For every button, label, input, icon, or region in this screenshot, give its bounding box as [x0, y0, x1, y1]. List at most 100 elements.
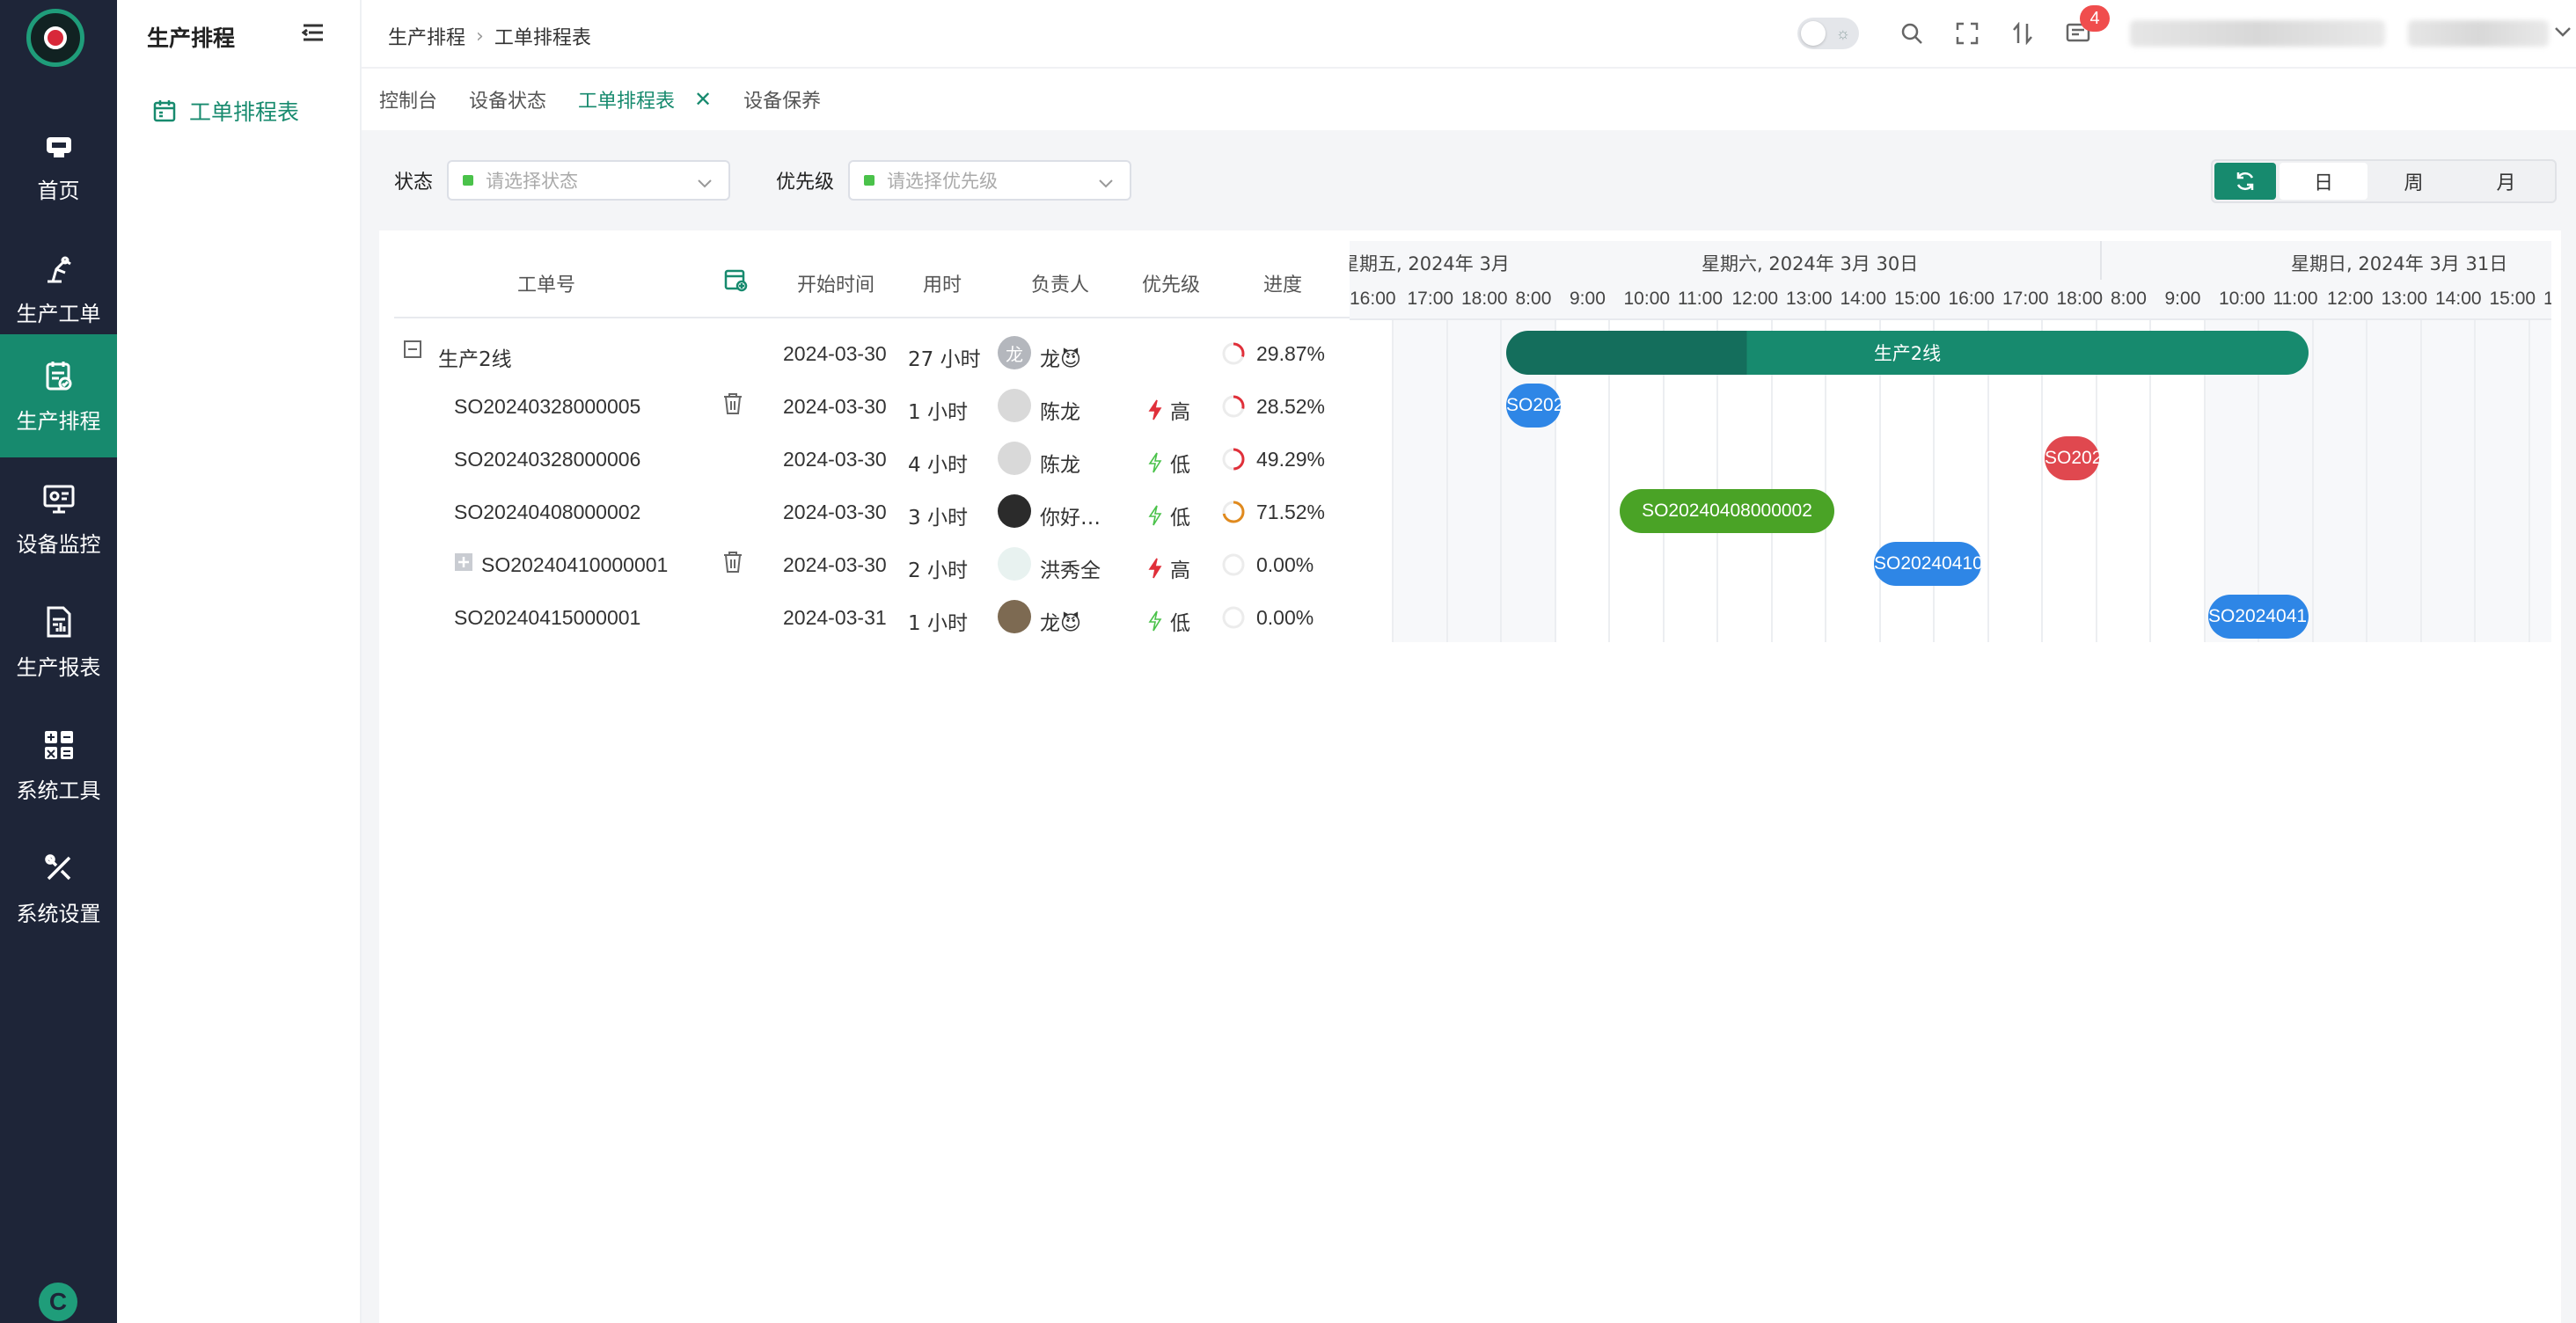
gantt-task-bar[interactable]: SO20240408000002	[1620, 489, 1834, 533]
schedule-icon	[41, 358, 77, 393]
table-header: 工单号 开始时间 用时 负责人 优先级 进度	[394, 246, 1353, 318]
duration: 2 小时	[908, 559, 968, 582]
group-name: 生产2线	[438, 348, 512, 371]
rail-item-home[interactable]: 首页	[0, 104, 117, 227]
gantt-column	[2474, 320, 2528, 642]
gantt-bar-label: 生产2线	[1873, 343, 1942, 364]
progress-value: 28.52%	[1256, 395, 1326, 418]
view-week-button[interactable]: 周	[2367, 163, 2460, 200]
table-row[interactable]: SO20240328000006 2024-03-30 4 小时 陈龙 低 49.29%	[394, 433, 1353, 486]
chevron-down-icon	[1098, 172, 1114, 194]
owner-avatar	[998, 600, 1031, 633]
status-select[interactable]: 请选择状态	[447, 160, 731, 201]
priority-select[interactable]: 请选择优先级	[848, 160, 1132, 201]
refresh-button[interactable]	[2214, 163, 2276, 200]
collapse-group-icon[interactable]	[403, 340, 422, 364]
gantt-task-bar[interactable]: SO2024041	[2208, 595, 2309, 639]
sort-icon[interactable]	[2005, 16, 2040, 51]
owner-name: 洪秀全	[1040, 559, 1101, 582]
col-duration: 用时	[923, 274, 962, 296]
rail-item-system-tools[interactable]: 系统工具	[0, 704, 117, 827]
gantt-task-bar[interactable]: SO202	[1506, 384, 1561, 428]
owner-name: 龙😈	[1040, 612, 1081, 635]
table-row[interactable]: SO20240410000001 2024-03-30 2 小时 洪秀全 高 0.00%	[394, 538, 1353, 591]
expand-row-icon[interactable]	[454, 552, 473, 577]
gantt-bar-label: SO20240408000002	[1642, 501, 1812, 521]
sub-sidebar: 生产排程 工单排程表	[117, 0, 362, 1323]
start-date: 2024-03-30	[783, 553, 887, 576]
progress-ring	[1222, 553, 1245, 576]
home-icon	[41, 128, 77, 163]
order-number[interactable]: SO20240328000006	[454, 448, 640, 471]
chevron-down-icon	[697, 172, 713, 194]
tab-device-status[interactable]: 设备状态	[469, 85, 546, 113]
calendar-icon	[153, 100, 176, 122]
order-number[interactable]: SO20240415000001	[454, 606, 640, 630]
priority-placeholder: 请选择优先级	[887, 171, 999, 192]
fullscreen-icon[interactable]	[1950, 16, 1985, 51]
owner-avatar	[998, 389, 1031, 422]
order-number[interactable]: SO20240408000002	[454, 501, 640, 524]
gantt-hour-label: 14:00	[1840, 289, 1887, 309]
breadcrumb-item[interactable]: 生产排程	[388, 22, 465, 50]
sidebar-item-schedule-table[interactable]: 工单排程表	[152, 95, 299, 127]
lightning-icon	[1148, 399, 1162, 420]
tab-schedule-table[interactable]: 工单排程表 ✕	[578, 85, 712, 113]
view-month-button[interactable]: 月	[2460, 163, 2552, 200]
user-avatar[interactable]: C	[39, 1283, 77, 1321]
priority-indicator: 高	[1147, 395, 1190, 425]
progress-ring	[1222, 448, 1245, 471]
priority-filter-label: 优先级	[776, 172, 835, 194]
lightning-icon	[1148, 558, 1162, 579]
close-icon[interactable]: ✕	[694, 87, 712, 112]
start-date: 2024-03-30	[783, 501, 887, 523]
table-row[interactable]: SO20240328000005 2024-03-30 1 小时 陈龙 高 28.52%	[394, 380, 1353, 433]
rail-item-reports[interactable]: 生产报表	[0, 581, 117, 704]
search-icon[interactable]	[1894, 16, 1929, 51]
tab-device-maintenance[interactable]: 设备保养	[743, 85, 821, 113]
progress-value: 29.87%	[1256, 342, 1326, 365]
col-start-time: 开始时间	[797, 274, 875, 296]
gantt-hour-label: 15:00	[1894, 289, 1941, 309]
rail-item-device-monitor[interactable]: 设备监控	[0, 457, 117, 581]
table-row[interactable]: SO20240415000001 2024-03-31 1 小时 龙😈 低 0.00%	[394, 591, 1353, 644]
gantt-hour-label: 11:00	[1678, 289, 1723, 309]
user-name-blurred[interactable]	[2408, 20, 2549, 47]
view-day-button[interactable]: 日	[2280, 163, 2367, 200]
progress-value: 0.00%	[1256, 606, 1314, 629]
header-tools: ☼ 4	[1797, 5, 2572, 51]
progress-ring	[1222, 342, 1245, 365]
tab-console[interactable]: 控制台	[379, 85, 437, 113]
gantt-column	[2366, 320, 2420, 642]
rail-item-scheduling[interactable]: 生产排程	[0, 334, 117, 457]
rail-item-production-orders[interactable]: 生产工单	[0, 227, 117, 350]
notification-icon[interactable]: 4	[2060, 5, 2110, 51]
collapse-menu-icon[interactable]	[301, 23, 326, 44]
rail-label: 生产工单	[16, 301, 101, 326]
delete-icon[interactable]	[722, 551, 743, 579]
theme-toggle[interactable]: ☼	[1797, 18, 1859, 49]
add-column-icon[interactable]	[723, 267, 748, 297]
gantt-task-bar[interactable]: SO202	[2045, 436, 2099, 480]
chevron-down-icon[interactable]	[2554, 26, 2572, 42]
table-row[interactable]: SO20240408000002 2024-03-30 3 小时 你好… 低 71.52%	[394, 486, 1353, 538]
order-number[interactable]: SO20240328000005	[454, 395, 640, 419]
tools-icon	[41, 851, 77, 886]
start-date: 2024-03-30	[783, 448, 887, 471]
delete-icon[interactable]	[722, 392, 743, 420]
gantt-hour-label: 15:00	[2489, 289, 2536, 309]
gantt-task-bar[interactable]: SO20240410	[1874, 542, 1981, 586]
group-row[interactable]: 生产2线 2024-03-30 27 小时龙龙😈 29.87%	[394, 327, 1353, 380]
rail-label: 首页	[37, 178, 80, 203]
gantt-timeline-header: 星期五, 2024年 3月 星期六, 2024年 3月 30日 星期日, 2024年…	[1350, 241, 2551, 320]
gantt-column	[1392, 320, 1446, 642]
rail-label: 生产排程	[16, 408, 101, 434]
duration: 27 小时	[908, 348, 981, 371]
gantt-group-bar[interactable]: 生产2线	[1506, 331, 2309, 375]
app-logo[interactable]	[26, 9, 84, 67]
order-number[interactable]: SO20240410000001	[481, 553, 668, 577]
rail-item-system-settings[interactable]: 系统设置	[0, 827, 117, 950]
gantt-hour-label: 11:00	[2272, 289, 2318, 309]
status-placeholder: 请选择状态	[486, 171, 579, 192]
priority-indicator: 低	[1147, 606, 1190, 636]
